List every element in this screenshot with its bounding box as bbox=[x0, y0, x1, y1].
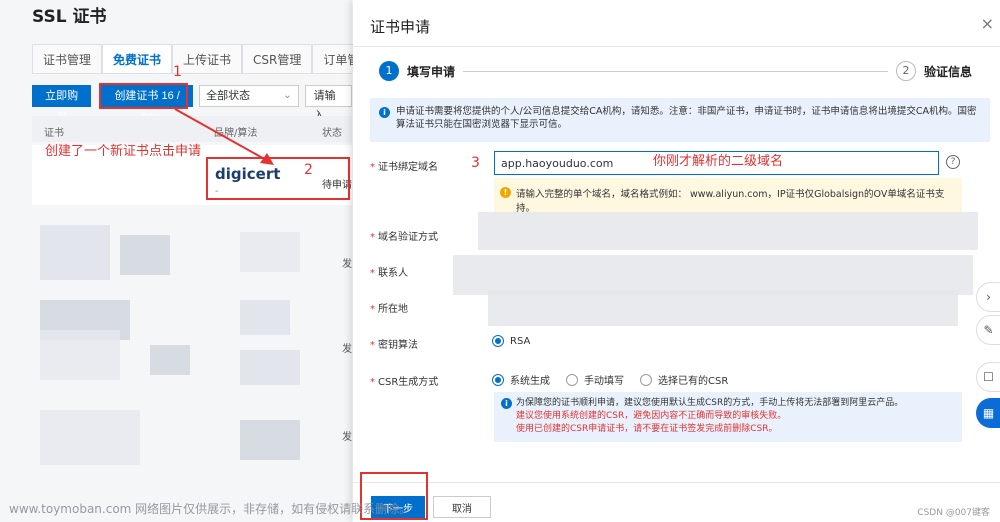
csr-note-line1: 为保障您的证书顺利申请，建议您使用默认生成CSR的方式，手动上传将无法部署到阿里… bbox=[516, 398, 904, 408]
annotation-num-2: 2 bbox=[304, 162, 313, 178]
location-label: * 所在地 bbox=[370, 304, 408, 315]
tab-free-cert[interactable]: 免费证书 bbox=[102, 44, 173, 73]
csr-method-label: * CSR生成方式 bbox=[370, 377, 439, 388]
grid-icon[interactable]: ▦ bbox=[976, 398, 1000, 428]
edit-icon[interactable]: ✎ bbox=[976, 315, 1000, 345]
verify-method-label: * 域名验证方式 bbox=[370, 232, 438, 243]
watermark: www.toymoban.com 网络图片仅供展示，非存储，如有侵权请联系删除。 bbox=[9, 502, 412, 516]
annotation-box-2 bbox=[206, 157, 350, 200]
footer-divider bbox=[353, 482, 1000, 483]
blurred-content bbox=[240, 232, 300, 272]
row-action[interactable]: 发 bbox=[342, 340, 352, 355]
blurred-content bbox=[40, 225, 110, 280]
status-filter-value: 全部状态 bbox=[206, 89, 251, 102]
annotation-text-3: 你刚才解析的二级域名 bbox=[653, 154, 784, 169]
blurred-content bbox=[40, 330, 120, 380]
blurred-field bbox=[488, 290, 958, 326]
annotation-num-3: 3 bbox=[471, 155, 480, 171]
info-icon: i bbox=[379, 106, 390, 119]
radio-button[interactable] bbox=[566, 373, 578, 386]
cancel-button[interactable]: 取消 bbox=[433, 496, 491, 518]
contact-label: * 联系人 bbox=[370, 268, 408, 279]
tab-upload-cert[interactable]: 上传证书 bbox=[172, 44, 243, 73]
row-action[interactable]: 发 bbox=[342, 428, 352, 443]
key-algo-group: RSA bbox=[492, 335, 530, 347]
page-title: SSL 证书 bbox=[32, 7, 107, 27]
blurred-field bbox=[478, 212, 978, 250]
notice-text: 申请证书需要将您提供的个人/公司信息提交给CA机构，请知悉。注意：非国产证书，申… bbox=[396, 106, 977, 130]
blurred-content bbox=[240, 350, 300, 385]
chevron-icon[interactable]: › bbox=[976, 282, 1000, 312]
csr-note-line2: 建议您使用系统创建的CSR，避免因内容不正确而导致的审核失败。 bbox=[516, 411, 787, 421]
csr-note-line3: 使用已创建的CSR申请证书，请不要在证书签发完成前删除CSR。 bbox=[516, 424, 778, 434]
blurred-content bbox=[40, 410, 140, 465]
key-algo-label: * 密钥算法 bbox=[370, 340, 418, 351]
blurred-content bbox=[240, 420, 300, 460]
step-connector bbox=[463, 71, 888, 72]
search-input[interactable]: 请输入 bbox=[304, 85, 352, 122]
drawer-title: 证书申请 bbox=[370, 18, 431, 36]
step-label: 填写申请 bbox=[407, 64, 456, 79]
radio-button[interactable] bbox=[492, 373, 504, 386]
domain-hint: ! 请输入完整的单个域名，域名格式例如： www.aliyun.com，IP证书… bbox=[494, 178, 962, 214]
step-number: 2 bbox=[896, 61, 916, 81]
annotation-num-1: 1 bbox=[173, 64, 182, 80]
csdn-watermark: CSDN @007键客 bbox=[917, 508, 990, 518]
blurred-field bbox=[453, 255, 973, 295]
radio-button[interactable] bbox=[492, 335, 504, 347]
step-verify-info: 2 验证信息 bbox=[896, 61, 972, 81]
col-status: 状态 bbox=[322, 128, 342, 139]
radio-rsa[interactable]: RSA bbox=[492, 335, 530, 347]
tab-bar: 证书管理 免费证书 上传证书 CSR管理 订单管 bbox=[32, 44, 371, 74]
step-number: 1 bbox=[379, 61, 399, 81]
status-filter-select[interactable]: 全部状态 ⌄ bbox=[199, 85, 299, 107]
radio-existing-csr[interactable]: 选择已有的CSR bbox=[640, 372, 728, 387]
domain-label: * 证书绑定域名 bbox=[370, 162, 438, 173]
row-action[interactable]: 发 bbox=[342, 255, 352, 270]
buy-now-button[interactable]: 立即购买 bbox=[32, 85, 92, 124]
step-fill-application: 1 填写申请 bbox=[379, 61, 455, 81]
domain-hint-text: 请输入完整的单个域名，域名格式例如： www.aliyun.com，IP证书仅G… bbox=[516, 189, 945, 214]
csr-method-group: 系统生成 手动填写 选择已有的CSR bbox=[492, 372, 728, 387]
csr-note: i 为保障您的证书顺利申请，建议您使用默认生成CSR的方式，手动上传将无法部署到… bbox=[494, 392, 962, 442]
close-icon[interactable]: × bbox=[981, 14, 994, 33]
help-icon[interactable]: ? bbox=[946, 155, 960, 169]
cert-apply-drawer: 证书申请 × 1 填写申请 2 验证信息 i 申请证书需要将您提供的个人/公司信… bbox=[353, 0, 1000, 522]
step-label: 验证信息 bbox=[924, 64, 973, 79]
divider bbox=[353, 46, 1000, 47]
blurred-content bbox=[240, 300, 290, 335]
chat-icon[interactable]: ☐ bbox=[976, 362, 1000, 392]
tab-csr-manage[interactable]: CSR管理 bbox=[242, 44, 313, 73]
radio-button[interactable] bbox=[640, 373, 652, 386]
toolbar: 立即购买 创建证书 16 / 20 全部状态 ⌄ 请输入 bbox=[32, 85, 352, 124]
info-icon: i bbox=[501, 398, 512, 409]
chevron-down-icon: ⌄ bbox=[283, 90, 292, 101]
radio-system-generate[interactable]: 系统生成 bbox=[492, 372, 550, 387]
info-notice: i 申请证书需要将您提供的个人/公司信息提交给CA机构，请知悉。注意：非国产证书… bbox=[370, 98, 990, 142]
blurred-content bbox=[150, 345, 190, 375]
warning-icon: ! bbox=[500, 187, 511, 198]
col-cert: 证书 bbox=[44, 128, 64, 139]
tab-cert-manage[interactable]: 证书管理 bbox=[32, 44, 103, 73]
blurred-content bbox=[120, 235, 170, 275]
radio-manual-input[interactable]: 手动填写 bbox=[566, 372, 624, 387]
